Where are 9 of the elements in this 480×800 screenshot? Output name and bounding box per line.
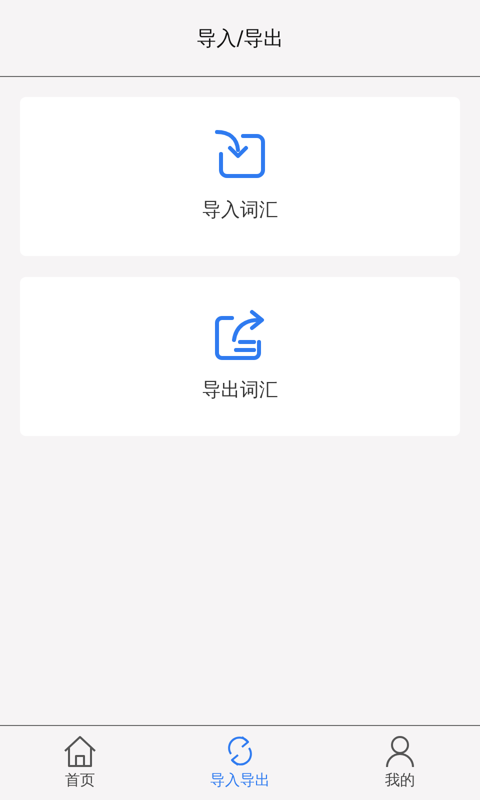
home-icon bbox=[63, 734, 97, 767]
user-icon bbox=[384, 734, 416, 767]
tab[interactable]: 首页 bbox=[0, 726, 160, 800]
tab[interactable]: 导入导出 bbox=[160, 726, 320, 800]
action-card[interactable]: 导出词汇 bbox=[20, 277, 460, 436]
page-title: 导入/导出 bbox=[196, 25, 284, 52]
action-card[interactable]: 导入词汇 bbox=[20, 97, 460, 256]
sync-icon bbox=[226, 734, 254, 767]
tab[interactable]: 我的 bbox=[320, 726, 480, 800]
